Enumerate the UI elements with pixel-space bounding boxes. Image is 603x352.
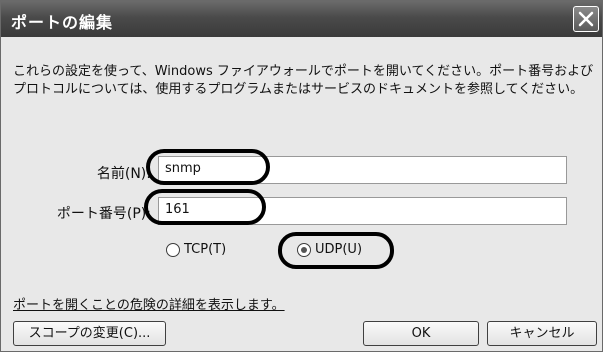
- ok-button[interactable]: OK: [363, 321, 479, 346]
- port-highlight-annotation: [144, 189, 266, 225]
- description-text: これらの設定を使って、Windows ファイアウォールでポートを開いてください。…: [13, 64, 594, 97]
- open-port-risk-link[interactable]: ポートを開くことの危険の詳細を表示します。: [13, 294, 285, 313]
- title-bar[interactable]: ポートの編集: [1, 1, 602, 37]
- udp-highlight-annotation: [278, 232, 394, 269]
- change-scope-button[interactable]: スコープの変更(C)...: [13, 321, 166, 346]
- name-highlight-annotation: [146, 149, 270, 185]
- edit-port-dialog: ポートの編集 これらの設定を使って、Windows ファイアウォールでポートを開…: [0, 0, 603, 352]
- port-number-label: ポート番号(P):: [56, 206, 151, 222]
- cancel-button[interactable]: キャンセル: [487, 321, 597, 346]
- tcp-radio-circle[interactable]: [166, 242, 180, 257]
- tcp-radio[interactable]: TCP(T): [166, 242, 226, 257]
- close-button[interactable]: [573, 6, 599, 32]
- tcp-radio-label: TCP(T): [184, 242, 227, 257]
- close-icon: [578, 11, 594, 27]
- dialog-title: ポートの編集: [11, 13, 114, 32]
- name-label: 名前(N):: [96, 166, 151, 182]
